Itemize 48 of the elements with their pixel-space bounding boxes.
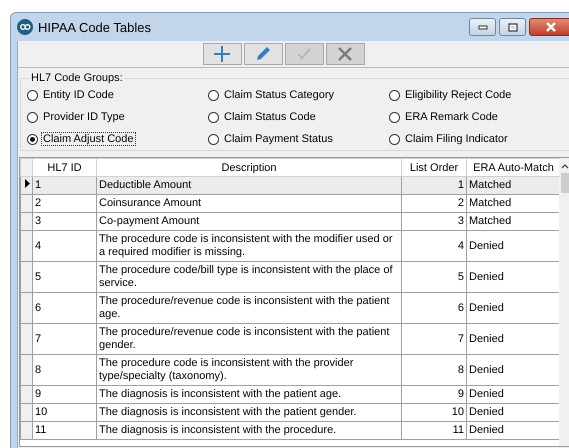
table-cell: 4 [32,230,96,262]
table-cell: The procedure code/bill type is inconsistent with the place of service. [96,262,402,292]
table-cell: 3 [32,212,96,230]
table-cell: 9 [402,386,466,404]
radio-option[interactable]: Eligibility Reject Code [389,88,569,102]
radio-option[interactable]: Claim Status Category [208,88,389,102]
table-cell: Matched [466,176,560,194]
table-cell: 1 [402,176,466,194]
table-cell: 7 [32,324,96,354]
radio-option[interactable]: Provider ID Type [27,110,208,124]
radio-option[interactable]: Claim Filing Indicator [389,132,569,146]
table-cell: 5 [32,262,96,292]
column-header[interactable]: List Order [402,158,466,176]
table-cell: 11 [32,422,96,440]
table-cell: Co-payment Amount [96,212,402,230]
table-cell: 4 [402,230,466,262]
table-cell: 6 [402,292,466,324]
radio-option[interactable]: Entity ID Code [27,88,208,102]
table-cell: 3 [402,212,466,230]
table-cell: Deductible Amount [96,176,402,194]
table-cell: 2 [402,194,466,212]
table-cell: The diagnosis is inconsistent with the patient age. [96,386,402,404]
table-cell: The diagnosis is inconsistent with the procedure. [96,422,402,440]
table-cell: 10 [32,404,96,422]
radio-option[interactable]: Claim Status Code [208,110,389,124]
table-cell: 2 [32,194,96,212]
column-header[interactable]: HL7 ID [32,158,96,176]
group-label: HL7 Code Groups: [30,72,124,84]
table-cell: 10 [402,404,466,422]
table-cell: The diagnosis is inconsistent with the patient gender. [96,404,402,422]
radio-option[interactable]: Claim Payment Status [208,132,389,146]
column-header[interactable]: Description [96,158,402,176]
table-cell: 6 [32,292,96,324]
column-header[interactable]: ERA Auto-Match [466,158,560,176]
radio-option[interactable]: ERA Remark Code [389,110,569,124]
table-cell: 8 [32,354,96,386]
table-cell: The procedure/revenue code is inconsistent with the patient gender. [96,324,402,354]
table-cell: The procedure/revenue code is inconsistent with the patient age. [96,292,402,324]
table-cell: The procedure code is inconsistent with the modifier used or a required modifier is missing. [96,230,402,262]
table-cell: 1 [32,176,96,194]
table-cell: 8 [402,354,466,386]
table-cell: Coinsurance Amount [96,194,402,212]
table-cell: 7 [402,324,466,354]
table-cell: 11 [402,422,466,440]
table-cell: 9 [32,386,96,404]
table-cell: The procedure code is inconsistent with the provider type/specialty (taxonomy). [96,354,402,386]
table-cell: 5 [402,262,466,292]
window-title: HIPAA Code Tables [38,20,151,34]
